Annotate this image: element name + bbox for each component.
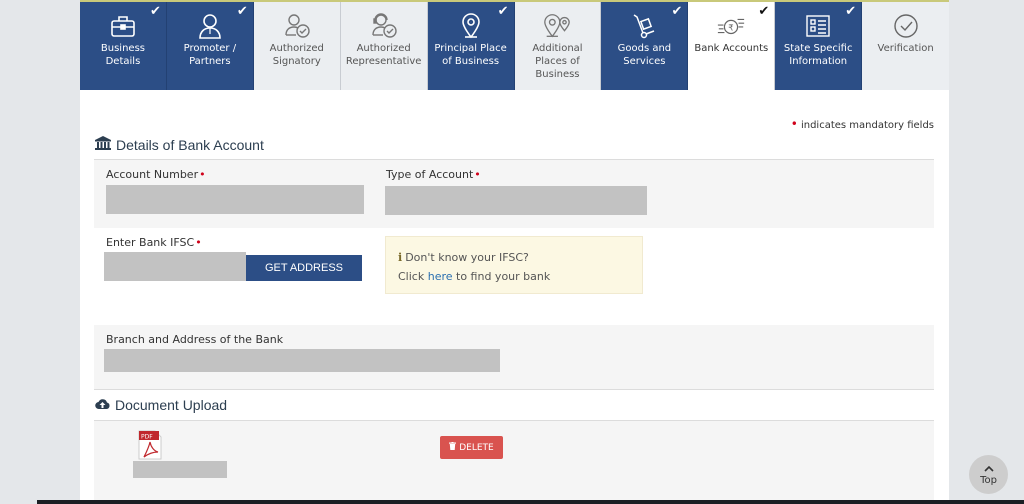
get-address-button[interactable]: GET ADDRESS: [246, 255, 362, 281]
uploaded-file-name: [133, 461, 227, 478]
pdf-badge-text: PDF: [141, 434, 153, 441]
tab-label: Promoter / Partners: [183, 43, 237, 67]
ifsc-help-rest-text: to find your bank: [456, 270, 551, 283]
ifsc-help-line1: i Don't know your IFSC?: [398, 248, 630, 267]
registration-step-tabs: ✔ Business Details ✔ Promoter / Partners…: [80, 0, 950, 90]
required-marker: •: [474, 168, 481, 181]
tab-label: Authorized Representative: [345, 43, 422, 67]
check-icon: ✔: [758, 4, 770, 19]
tab-label: Bank Accounts: [694, 43, 769, 54]
check-icon: ✔: [150, 4, 161, 19]
scroll-to-top-button[interactable]: Top: [969, 455, 1008, 494]
bank-section-title-text: Details of Bank Account: [116, 136, 264, 153]
type-of-account-label-text: Type of Account: [386, 168, 474, 181]
delete-label: DELETE: [459, 442, 494, 453]
tab-label: Principal Place of Business: [434, 43, 507, 67]
required-dot-icon: •: [790, 117, 798, 131]
required-marker: •: [195, 236, 202, 249]
find-bank-link[interactable]: here: [428, 270, 453, 283]
briefcase-icon: [108, 12, 138, 40]
tab-additional-places-of-business[interactable]: Additional Places of Business: [514, 2, 602, 90]
bank-icon: [95, 136, 111, 153]
divider: [94, 389, 934, 390]
mandatory-fields-note: • indicates mandatory fields: [791, 117, 934, 131]
account-number-input[interactable]: [106, 185, 364, 214]
mandatory-note-text: indicates mandatory fields: [800, 120, 934, 131]
tab-promoter-partners[interactable]: ✔ Promoter / Partners: [166, 2, 254, 90]
check-icon: ✔: [845, 4, 857, 19]
location-pin-icon: [456, 12, 486, 40]
tab-business-details[interactable]: ✔ Business Details: [80, 2, 167, 90]
registration-page: ✔ Business Details ✔ Promoter / Partners…: [80, 0, 950, 504]
svg-text:₹: ₹: [728, 23, 733, 33]
delete-button[interactable]: DELETE: [440, 436, 503, 459]
hand-truck-icon: [629, 12, 659, 40]
check-icon: ✔: [497, 4, 509, 19]
check-icon: ✔: [236, 4, 248, 19]
info-card-icon: [803, 12, 833, 40]
tab-verification[interactable]: Verification: [862, 2, 950, 90]
branch-address-field: [104, 349, 500, 372]
tab-authorized-signatory[interactable]: Authorized Signatory: [253, 2, 341, 90]
ifsc-input[interactable]: [104, 252, 246, 281]
trash-icon: [449, 442, 457, 453]
chevron-up-icon: [983, 464, 994, 475]
tab-label: State Specific Information: [783, 43, 853, 67]
tab-bank-accounts[interactable]: ✔ ₹ Bank Accounts: [688, 2, 776, 90]
account-number-label-text: Account Number: [106, 168, 199, 181]
account-number-label: Account Number•: [106, 168, 206, 181]
tab-state-specific-information[interactable]: ✔ State Specific Information: [775, 2, 863, 90]
ifsc-help-question: Don't know your IFSC?: [405, 251, 529, 264]
horizontal-scrollbar[interactable]: [37, 500, 1024, 504]
type-of-account-select[interactable]: [385, 186, 647, 215]
ifsc-label-text: Enter Bank IFSC: [106, 236, 195, 249]
tab-principal-place-of-business[interactable]: ✔ Principal Place of Business: [427, 2, 515, 90]
tab-label: Verification: [877, 43, 934, 54]
branch-address-label: Branch and Address of the Bank: [106, 333, 284, 346]
tab-label: Goods and Services: [617, 43, 672, 67]
cloud-upload-icon: [95, 397, 110, 413]
double-pin-icon: [542, 12, 572, 40]
pdf-file-icon[interactable]: PDF: [138, 430, 162, 460]
upload-section-title-text: Document Upload: [115, 397, 228, 413]
ifsc-help-click-text: Click: [398, 270, 425, 283]
bank-section-title: Details of Bank Account: [95, 136, 264, 153]
ifsc-help-box: i Don't know your IFSC? Click here to fin…: [385, 236, 643, 294]
rupee-coin-icon: ₹: [716, 12, 746, 40]
check-circle-icon: [891, 12, 921, 40]
type-of-account-label: Type of Account•: [386, 168, 481, 181]
upload-section-title: Document Upload: [95, 397, 227, 413]
tab-goods-and-services[interactable]: ✔ Goods and Services: [601, 2, 689, 90]
person-check-icon: [282, 12, 312, 40]
tab-label: Additional Places of Business: [532, 43, 583, 80]
check-icon: ✔: [671, 4, 683, 19]
info-icon: i: [398, 251, 403, 264]
ifsc-help-line2: Click here to find your bank: [398, 267, 630, 286]
tab-authorized-representative[interactable]: Authorized Representative: [340, 2, 428, 90]
tab-label: Business Details: [100, 43, 145, 67]
tab-label: Authorized Signatory: [269, 43, 324, 67]
top-label: Top: [980, 474, 997, 486]
required-marker: •: [199, 168, 206, 181]
ifsc-label: Enter Bank IFSC•: [106, 236, 202, 249]
person-icon: [195, 12, 225, 40]
headset-person-icon: [369, 12, 399, 40]
